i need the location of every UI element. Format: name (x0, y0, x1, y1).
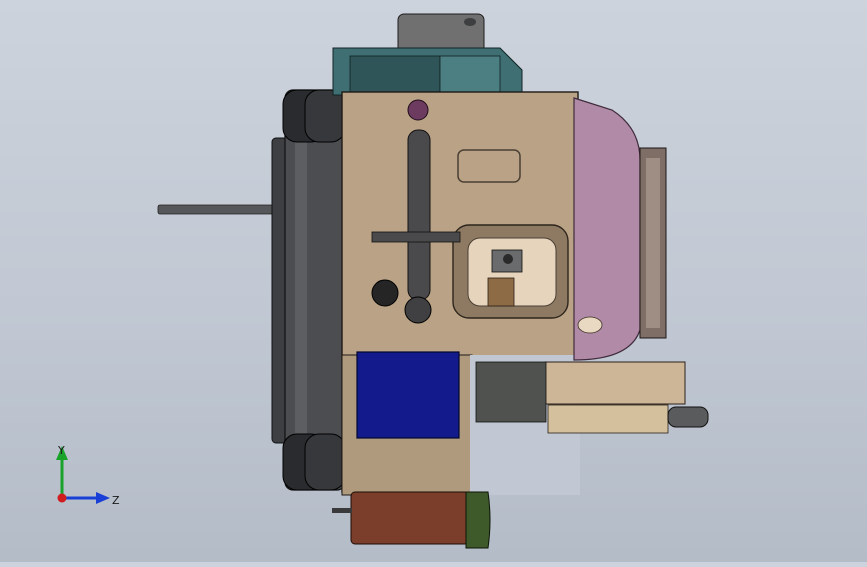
feed-rod (157, 204, 277, 215)
spindle-gear-hub (503, 254, 513, 264)
depth-knob[interactable] (371, 279, 399, 307)
tray-lower (547, 404, 669, 434)
lock-knob[interactable] (404, 296, 432, 324)
lever-arm (371, 231, 461, 243)
base-green (465, 491, 491, 549)
roller-bottom-right (304, 433, 346, 491)
mechanism-cluster (475, 361, 547, 423)
origin-dot (57, 493, 67, 503)
control-plate (356, 351, 460, 439)
cad-viewport[interactable]: Y Z (0, 0, 867, 562)
roller-top-right (304, 89, 346, 143)
y-axis-label: Y (57, 444, 65, 457)
spindle-chuck (487, 277, 515, 307)
z-axis-label: Z (112, 494, 120, 507)
coordinate-triad: Y Z (56, 444, 120, 507)
drill-press-model[interactable] (0, 0, 867, 562)
column (284, 89, 346, 491)
tray (544, 361, 686, 405)
base-brown (350, 491, 470, 545)
motor-cap-hole (464, 18, 476, 26)
z-arrow-head (96, 492, 110, 504)
motor-panel (349, 55, 441, 93)
guard-handle-inner (646, 158, 660, 328)
column-highlight (295, 100, 307, 480)
base-screw (332, 508, 352, 513)
guard-pin (577, 316, 603, 334)
purple-button[interactable] (407, 99, 429, 121)
tray-knob[interactable] (667, 406, 709, 428)
motor-side (439, 55, 501, 93)
feed-lever[interactable] (407, 129, 431, 301)
